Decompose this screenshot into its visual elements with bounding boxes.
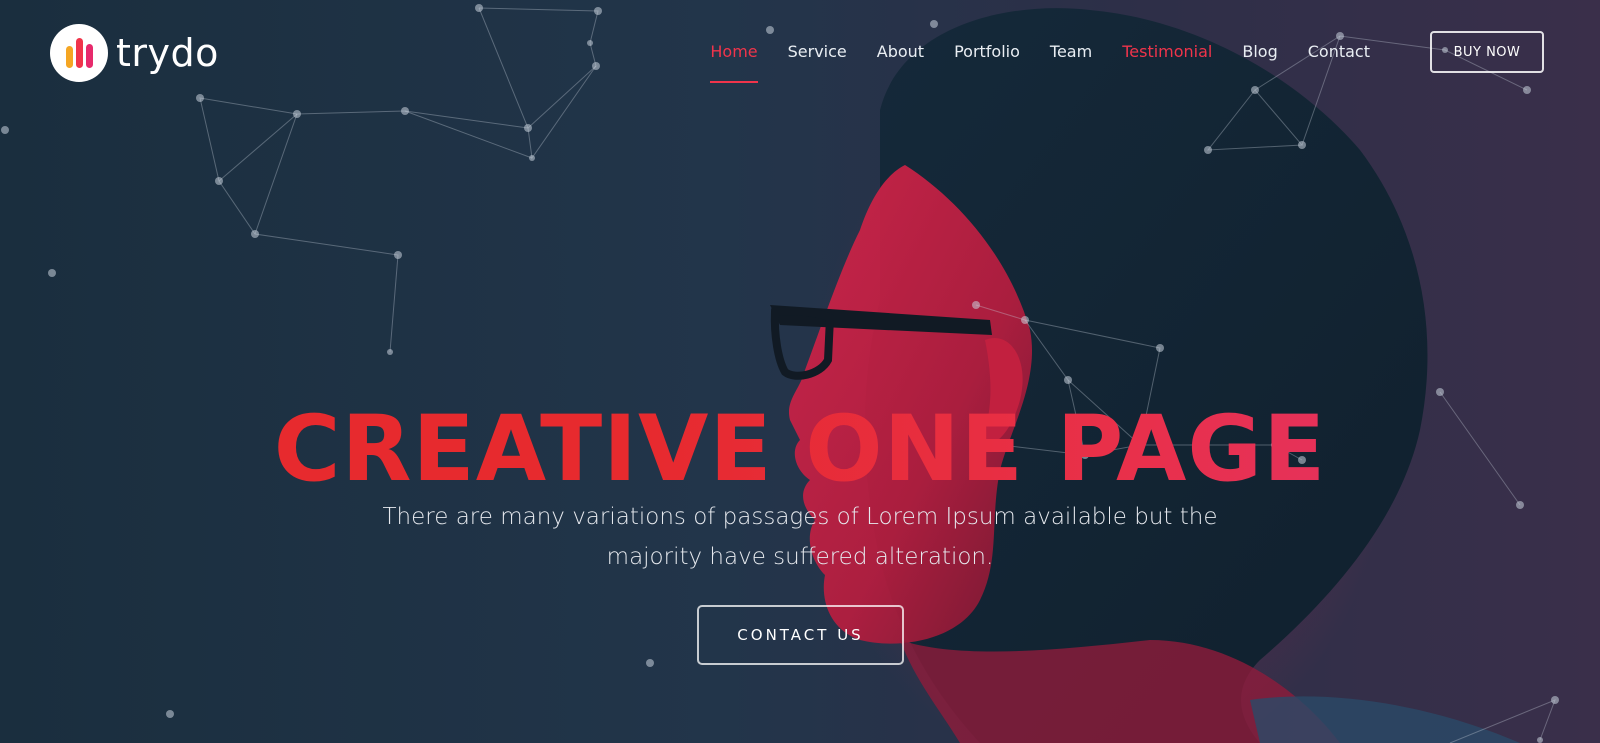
nav-item-service[interactable]: Service [788,42,847,83]
nav-item-home[interactable]: Home [710,42,758,83]
nav-item-portfolio[interactable]: Portfolio [954,42,1020,83]
hero-section: trydo Home Service About Portfolio Team … [0,0,1600,743]
nav-item-contact[interactable]: Contact [1308,42,1370,83]
buy-now-button[interactable]: BUY NOW [1430,31,1544,73]
nav-item-about[interactable]: About [877,42,924,83]
nav-item-testimonial[interactable]: Testimonial [1122,42,1212,83]
hero-description: There are many variations of passages of… [382,504,1218,570]
brand-name: trydo [116,31,219,75]
main-nav: Home Service About Portfolio Team Testim… [680,42,1370,83]
nav-item-blog[interactable]: Blog [1242,42,1277,83]
bars-logo-icon [50,24,108,82]
hero-title: CREATIVE ONE PAGE [0,404,1600,495]
nav-item-team[interactable]: Team [1050,42,1092,83]
contact-us-button[interactable]: CONTACT US [697,605,904,665]
brand-logo[interactable]: trydo [50,24,219,82]
